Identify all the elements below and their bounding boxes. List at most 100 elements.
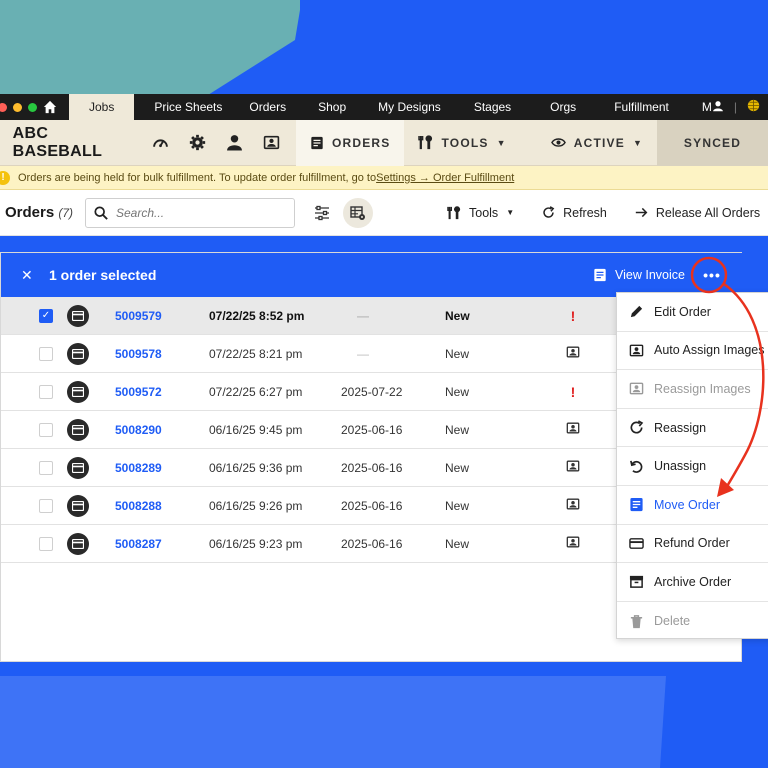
- org-toolbar: ‹ ABC BASEBALL ORDERS TOOLS ▼ ACTIVE ▼ S…: [0, 119, 768, 166]
- row-checkbox[interactable]: [39, 422, 53, 437]
- ship-date: 2025-07-22: [341, 384, 403, 399]
- release-all-label: Release All Orders: [655, 205, 761, 220]
- top-nav-right: |: [712, 99, 768, 115]
- refresh-icon: [630, 420, 644, 434]
- close-window-button[interactable]: [0, 102, 7, 112]
- orders-section-button[interactable]: ORDERS: [295, 119, 405, 166]
- search-box[interactable]: [85, 197, 295, 228]
- maximize-window-button[interactable]: [28, 102, 37, 112]
- row-checkbox[interactable]: [39, 384, 53, 399]
- row-checkbox[interactable]: [39, 498, 53, 513]
- card-payment-icon: [67, 342, 89, 365]
- more-actions-icon[interactable]: •••: [697, 260, 727, 290]
- table-settings-icon[interactable]: [343, 197, 373, 228]
- window-controls: [0, 102, 37, 112]
- refresh-label: Refresh: [563, 205, 607, 220]
- row-checkbox[interactable]: [39, 460, 53, 475]
- row-checkbox[interactable]: ✓: [39, 308, 53, 323]
- order-number-link[interactable]: 5009572: [115, 385, 209, 399]
- menu-item-edit-order[interactable]: Edit Order: [617, 293, 768, 332]
- menu-item-reassign[interactable]: Reassign: [617, 409, 768, 448]
- ship-date: 2025-06-16: [341, 422, 403, 437]
- active-label: ACTIVE: [573, 135, 625, 150]
- top-nav: Jobs Price Sheets Orders Shop My Designs…: [0, 94, 768, 120]
- ship-date: —: [357, 346, 369, 361]
- search-icon: [94, 205, 108, 220]
- home-icon[interactable]: [37, 94, 63, 120]
- orders-section-label: ORDERS: [331, 135, 391, 150]
- tab-orgs[interactable]: Orgs: [550, 94, 576, 120]
- chevron-left-icon[interactable]: ‹: [0, 132, 11, 153]
- synced-status: SYNCED: [657, 119, 768, 166]
- menu-item-archive-order[interactable]: Archive Order: [617, 563, 768, 602]
- order-status: New: [445, 422, 470, 437]
- background-teal-shape: [0, 0, 300, 100]
- menu-item-reassign-images: Reassign Images: [617, 370, 768, 409]
- view-invoice-button[interactable]: View Invoice: [593, 268, 685, 282]
- tab-price-sheets[interactable]: Price Sheets: [154, 94, 222, 120]
- menu-item-auto-assign-images[interactable]: Auto Assign Images: [617, 332, 768, 371]
- tab-jobs[interactable]: Jobs: [69, 94, 135, 120]
- order-number-link[interactable]: 5008288: [115, 499, 209, 513]
- selection-bar: ✕ 1 order selected View Invoice •••: [1, 253, 743, 297]
- minimize-window-button[interactable]: [13, 102, 22, 112]
- tab-fulfillment[interactable]: Fulfillment: [614, 94, 669, 120]
- tab-stages[interactable]: Stages: [474, 94, 511, 120]
- row-checkbox[interactable]: [39, 346, 53, 361]
- release-all-orders-button[interactable]: Release All Orders: [635, 206, 760, 220]
- chevron-down-icon: ▼: [496, 137, 507, 148]
- row-checkbox[interactable]: [39, 536, 53, 551]
- orders-count: (7): [58, 206, 74, 220]
- order-actions-menu: Edit Order Auto Assign Images Reassign I…: [616, 292, 768, 639]
- card-payment-icon: [67, 456, 89, 479]
- ship-date: 2025-06-16: [341, 536, 403, 551]
- order-number-link[interactable]: 5008289: [115, 461, 209, 475]
- credit-card-icon: [629, 537, 644, 549]
- tab-orders[interactable]: Orders: [249, 94, 286, 120]
- eye-icon: [550, 138, 566, 147]
- images-assigned-icon: [563, 459, 583, 476]
- user-icon[interactable]: [712, 100, 724, 115]
- order-fulfillment-settings-link[interactable]: Settings → Order Fulfillment: [376, 172, 514, 184]
- view-invoice-label: View Invoice: [615, 268, 685, 282]
- page-title: Orders (7): [5, 204, 74, 221]
- order-date: 06/16/25 9:36 pm: [209, 460, 303, 475]
- order-status: New: [445, 498, 470, 513]
- person-icon[interactable]: [216, 120, 253, 166]
- menu-item-move-order[interactable]: Move Order: [617, 486, 768, 525]
- gear-icon[interactable]: [179, 120, 216, 166]
- refresh-icon: [543, 206, 555, 218]
- order-date: 07/22/25 6:27 pm: [209, 384, 303, 399]
- images-assigned-icon: [563, 497, 583, 514]
- ship-date: —: [357, 308, 369, 323]
- fulfillment-notice: ! Orders are being held for bulk fulfill…: [0, 166, 768, 190]
- order-status: New: [445, 460, 470, 475]
- ship-date: 2025-06-16: [341, 460, 403, 475]
- menu-item-unassign[interactable]: Unassign: [617, 447, 768, 486]
- dashboard-gauge-icon[interactable]: [142, 120, 179, 166]
- images-assigned-icon: [563, 535, 583, 552]
- refresh-button[interactable]: Refresh: [542, 206, 607, 220]
- order-number-link[interactable]: 5008290: [115, 423, 209, 437]
- globe-icon[interactable]: [747, 99, 760, 115]
- filter-sliders-icon[interactable]: [307, 198, 337, 228]
- order-status: New: [445, 384, 470, 399]
- tab-my-designs[interactable]: My Designs: [378, 94, 441, 120]
- alert-icon: !: [570, 383, 576, 400]
- tools-menu-button[interactable]: Tools ▼: [447, 206, 514, 220]
- order-list-icon: [630, 498, 643, 512]
- order-number-link[interactable]: 5009578: [115, 347, 209, 361]
- tab-more-truncated[interactable]: M: [702, 94, 712, 120]
- order-number-link[interactable]: 5008287: [115, 537, 209, 551]
- order-list-icon: [311, 136, 323, 149]
- card-payment-icon: [67, 532, 89, 555]
- order-number-link[interactable]: 5009579: [115, 309, 209, 323]
- tab-shop[interactable]: Shop: [318, 94, 346, 120]
- menu-item-refund-order[interactable]: Refund Order: [617, 525, 768, 564]
- clear-selection-icon[interactable]: ✕: [21, 267, 45, 284]
- search-input[interactable]: [116, 205, 276, 220]
- photo-id-icon[interactable]: [253, 120, 290, 166]
- order-date: 06/16/25 9:26 pm: [209, 498, 303, 513]
- tools-dropdown[interactable]: TOOLS ▼: [404, 135, 520, 150]
- active-filter-dropdown[interactable]: ACTIVE ▼: [537, 135, 657, 150]
